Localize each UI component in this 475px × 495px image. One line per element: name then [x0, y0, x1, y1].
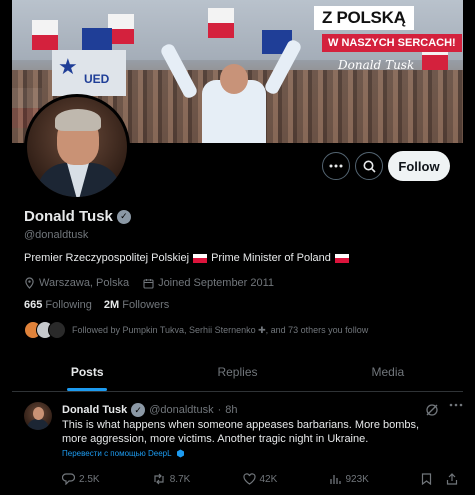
slogan-line-2: W NASZYCH SERCACH! [322, 34, 462, 52]
grok-icon[interactable] [425, 403, 439, 417]
views-button[interactable]: 923K [329, 473, 369, 485]
profile-meta: Warszawa, Polska Joined September 2011 [24, 277, 274, 289]
following-label: Following [45, 299, 92, 311]
bio-text-2: Prime Minister of Poland [211, 252, 331, 264]
reply-count: 2.5K [79, 473, 100, 485]
tweet-author[interactable]: Donald Tusk [62, 404, 127, 416]
eu-flag-decor [82, 28, 112, 52]
avatar [48, 321, 66, 339]
tweet-text: This is what happens when someone appeas… [62, 419, 420, 445]
more-button[interactable] [322, 152, 350, 180]
location-text: Warszawa, Polska [39, 277, 130, 289]
location-icon [25, 277, 34, 289]
views-icon [330, 475, 342, 484]
followers-count: 2M [103, 299, 120, 311]
like-button[interactable]: 42K [242, 473, 278, 485]
star-icon: ★ [58, 54, 78, 79]
sign-text: UED [84, 72, 110, 86]
tweet-header: Donald Tusk ✓ @donaldtusk · 8h [62, 403, 238, 417]
repost-count: 8.7K [169, 473, 191, 485]
banner-slogan: Z POLSKĄ W NASZYCH SERCACH! Donald Tusk [314, 6, 462, 72]
mutual-avatars [24, 321, 66, 339]
tab-posts[interactable]: Posts [12, 352, 162, 391]
poland-flag-icon [193, 253, 208, 263]
reply-button[interactable]: 2.5K [62, 473, 100, 485]
following-link[interactable]: 665 Following [24, 299, 92, 311]
follow-button[interactable]: Follow [388, 151, 450, 181]
tweet-avatar[interactable] [24, 402, 52, 430]
tweet-extra-actions [421, 473, 458, 485]
profile-handle: @donaldtusk [24, 229, 89, 241]
translate-text: Перевести с помощью DeepL [62, 449, 172, 458]
translate-link[interactable]: Перевести с помощью DeepL [62, 449, 185, 458]
more-horizontal-icon[interactable] [449, 403, 463, 407]
more-horizontal-icon [329, 164, 343, 168]
heart-icon [242, 473, 256, 485]
repost-icon [154, 473, 164, 485]
views-count: 923K [345, 473, 369, 485]
profile-stats: 665 Following 2M Followers [24, 299, 169, 311]
tweet-handle[interactable]: @donaldtusk [149, 404, 213, 416]
search-icon [363, 160, 376, 173]
followers-you-know[interactable]: Followed by Pumpkin Tukva, Serhii Sterne… [24, 321, 368, 339]
profile-name-row: Donald Tusk ✓ [24, 208, 131, 225]
like-count: 42K [259, 473, 278, 485]
deepl-icon [176, 449, 184, 458]
bio-text-1: Premier Rzeczypospolitej Polskiej [24, 252, 190, 264]
search-profile-button[interactable] [355, 152, 383, 180]
repost-button[interactable]: 8.7K [152, 473, 191, 485]
verified-badge-icon[interactable]: ✓ [116, 209, 131, 224]
verified-badge-icon: ✓ [131, 403, 146, 417]
slogan-line-1: Z POLSKĄ [314, 6, 414, 30]
tweet-time[interactable]: 8h [225, 404, 237, 416]
profile-tabs: Posts Replies Media [12, 352, 463, 392]
share-icon[interactable] [446, 473, 458, 485]
following-count: 665 [24, 299, 43, 311]
banner-person [159, 38, 303, 143]
signature: Donald Tusk [338, 58, 415, 72]
polish-flag-decor [32, 20, 58, 50]
profile-avatar[interactable] [24, 94, 130, 200]
followers-label: Followers [122, 299, 170, 311]
calendar-icon [143, 278, 154, 289]
poland-flag-icon [334, 253, 349, 263]
tab-media[interactable]: Media [313, 352, 463, 391]
reply-icon [62, 473, 75, 485]
profile-name: Donald Tusk [24, 208, 113, 225]
tweet-actions: 2.5K 8.7K 42K 923K [62, 473, 458, 485]
followed-by-text: Followed by Pumpkin Tukva, Serhii Sterne… [72, 324, 369, 335]
followers-link[interactable]: 2M Followers [104, 299, 169, 311]
tab-replies[interactable]: Replies [162, 352, 312, 391]
joined-text: Joined September 2011 [158, 277, 275, 289]
banner-sign: ★ UED [52, 50, 126, 96]
tweet-top-icons [425, 403, 463, 417]
profile-bio: Premier Rzeczypospolitej Polskiej Prime … [24, 252, 349, 264]
bookmark-icon[interactable] [421, 473, 432, 485]
tweet-dot: · [217, 404, 222, 416]
polish-flag-decor [208, 8, 234, 38]
